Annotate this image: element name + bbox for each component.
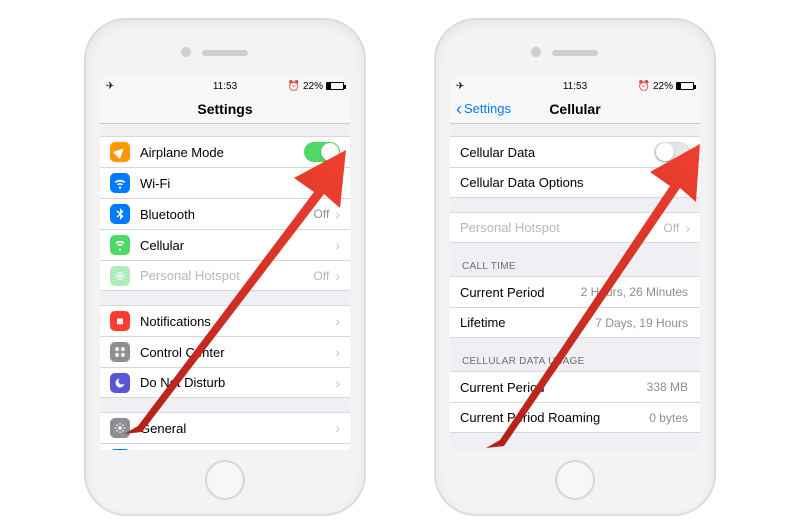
row-value: Off <box>314 207 330 221</box>
row-cellular-options[interactable]: Cellular Data Options › <box>450 167 700 198</box>
row-label: Cellular <box>140 238 331 253</box>
row-value: 0 bytes <box>649 411 688 425</box>
group-header-apps: Use Cellular Data For: <box>450 447 700 450</box>
row-label: Control Center <box>140 345 331 360</box>
alarm-icon: ⏰ <box>288 81 300 92</box>
row-label: Notifications <box>140 314 331 329</box>
status-bar: ✈ 11:53 ⏰ 22% <box>100 78 350 94</box>
row-label: Personal Hotspot <box>460 220 664 235</box>
chevron-right-icon: › <box>335 237 340 253</box>
row-label: Airplane Mode <box>140 145 304 160</box>
camera-dot <box>531 47 541 57</box>
navbar: Settings <box>100 94 350 124</box>
group-header-usage: Cellular Data Usage <box>450 352 700 371</box>
status-time: 11:53 <box>535 81 614 92</box>
row-value: Off <box>314 176 330 190</box>
home-button[interactable] <box>205 460 245 500</box>
wifi-icon <box>110 173 130 193</box>
cellular-icon <box>110 235 130 255</box>
speaker-slot <box>552 50 598 56</box>
notifications-icon: ■ <box>110 311 130 331</box>
chevron-right-icon: › <box>335 344 340 360</box>
row-value: 338 MB <box>647 380 688 394</box>
control-center-icon <box>110 342 130 362</box>
page-title: Cellular <box>549 101 600 117</box>
screen: ✈ 11:53 ⏰ 22% Settings Airplane Mode <box>100 78 350 450</box>
alarm-icon: ⏰ <box>638 81 650 92</box>
chevron-left-icon: ‹ <box>456 100 462 118</box>
row-value: Off <box>664 221 680 235</box>
row-cellular[interactable]: Cellular › <box>100 229 350 260</box>
row-label: Wi-Fi <box>140 176 314 191</box>
back-button[interactable]: ‹ Settings <box>456 94 511 123</box>
row-label: General <box>140 421 331 436</box>
row-current-period-call: Current Period 2 Hours, 26 Minutes <box>450 276 700 307</box>
group-header-calltime: Call Time <box>450 257 700 276</box>
chevron-right-icon: › <box>335 375 340 391</box>
row-display[interactable]: AA Display & Brightness › <box>100 443 350 450</box>
airplane-status-icon: ✈ <box>456 81 464 92</box>
status-time: 11:53 <box>185 81 264 92</box>
display-icon: AA <box>110 449 130 450</box>
row-label: Cellular Data Options <box>460 175 681 190</box>
battery-icon <box>676 82 694 90</box>
row-lifetime: Lifetime 7 Days, 19 Hours <box>450 307 700 338</box>
row-label: Current Period <box>460 380 647 395</box>
chevron-right-icon: › <box>685 220 690 236</box>
row-control-center[interactable]: Control Center › <box>100 336 350 367</box>
airplane-status-icon: ✈ <box>106 81 114 92</box>
airplane-toggle[interactable] <box>304 142 340 162</box>
row-label: Cellular Data <box>460 145 654 160</box>
status-bar: ✈ 11:53 ⏰ 22% <box>450 78 700 94</box>
row-value: Off <box>314 269 330 283</box>
battery-pct: 22% <box>653 81 673 92</box>
chevron-right-icon: › <box>685 175 690 191</box>
chevron-right-icon: › <box>335 420 340 436</box>
cellular-data-toggle[interactable] <box>654 142 690 162</box>
chevron-right-icon: › <box>335 268 340 284</box>
row-wifi[interactable]: Wi-Fi Off › <box>100 167 350 198</box>
chevron-right-icon: › <box>335 206 340 222</box>
row-value: 7 Days, 19 Hours <box>595 316 688 330</box>
row-value: 2 Hours, 26 Minutes <box>581 285 688 299</box>
chevron-right-icon: › <box>335 313 340 329</box>
row-bluetooth[interactable]: Bluetooth Off › <box>100 198 350 229</box>
airplane-icon <box>110 142 130 162</box>
screen: ✈ 11:53 ⏰ 22% ‹ Settings Cellular Ce <box>450 78 700 450</box>
row-label: Current Period Roaming <box>460 410 649 425</box>
row-current-period-data: Current Period 338 MB <box>450 371 700 402</box>
row-label: Personal Hotspot <box>140 268 314 283</box>
camera-dot <box>181 47 191 57</box>
hotspot-icon <box>110 266 130 286</box>
back-label: Settings <box>464 101 511 116</box>
cellular-list[interactable]: Cellular Data Cellular Data Options › Pe… <box>450 124 700 450</box>
navbar: ‹ Settings Cellular <box>450 94 700 124</box>
row-label: Lifetime <box>460 315 595 330</box>
gear-icon <box>110 418 130 438</box>
chevron-right-icon: › <box>335 175 340 191</box>
row-label: Current Period <box>460 285 581 300</box>
row-roaming: Current Period Roaming 0 bytes <box>450 402 700 433</box>
page-title: Settings <box>197 101 252 117</box>
battery-icon <box>326 82 344 90</box>
row-notifications[interactable]: ■ Notifications › <box>100 305 350 336</box>
bluetooth-icon <box>110 204 130 224</box>
phone-settings: ✈ 11:53 ⏰ 22% Settings Airplane Mode <box>84 18 366 516</box>
battery-pct: 22% <box>303 81 323 92</box>
phone-cellular: ✈ 11:53 ⏰ 22% ‹ Settings Cellular Ce <box>434 18 716 516</box>
row-dnd[interactable]: Do Not Disturb › <box>100 367 350 398</box>
row-airplane-mode[interactable]: Airplane Mode <box>100 136 350 167</box>
row-label: Do Not Disturb <box>140 375 331 390</box>
moon-icon <box>110 373 130 393</box>
row-hotspot: Personal Hotspot Off › <box>100 260 350 291</box>
row-hotspot: Personal Hotspot Off › <box>450 212 700 243</box>
row-cellular-data[interactable]: Cellular Data <box>450 136 700 167</box>
row-general[interactable]: General › <box>100 412 350 443</box>
home-button[interactable] <box>555 460 595 500</box>
settings-list[interactable]: Airplane Mode Wi-Fi Off › <box>100 124 350 450</box>
row-label: Bluetooth <box>140 207 314 222</box>
speaker-slot <box>202 50 248 56</box>
